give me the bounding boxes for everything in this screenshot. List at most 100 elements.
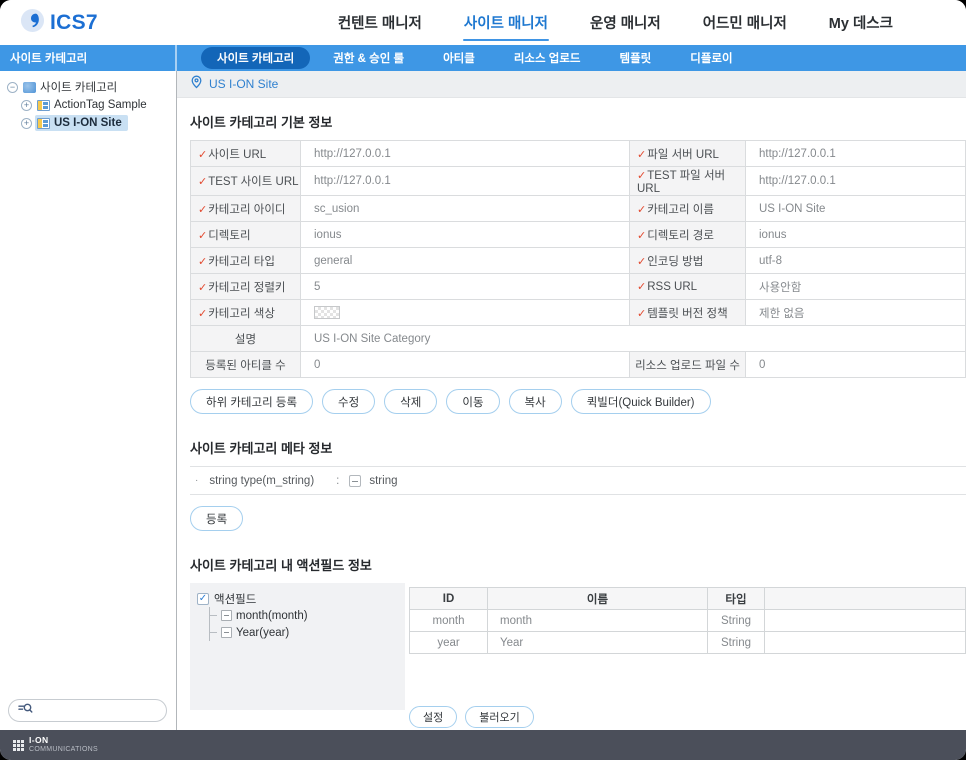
basic-info-table: ✓사이트 URL http://127.0.0.1 ✓파일 서버 URL htt… [190,140,966,378]
actionfield-area: ✓ 액션필드 month(month) Year(year) [190,583,966,728]
field-value: ionus [746,222,966,248]
category-tree-sidebar: − 사이트 카테고리 + ActionTag Sample + US I-ON … [0,71,177,730]
required-check-icon: ✓ [198,149,207,161]
cell-id: month [410,610,488,632]
actionfield-tree-panel: ✓ 액션필드 month(month) Year(year) [190,583,405,710]
copy-button[interactable]: 복사 [509,389,562,414]
load-button[interactable]: 불러오기 [465,706,533,728]
tab-deploy[interactable]: 디플로이 [674,47,748,69]
field-label: ✓인코딩 방법 [630,248,746,274]
field-value: 5 [301,274,630,300]
checkbox-checked-icon[interactable]: ✓ [197,593,209,605]
column-header-name: 이름 [488,588,708,610]
actionfield-actions: 설정 불러오기 [409,706,966,728]
field-label: ✓TEST 파일 서버 URL [630,167,746,196]
basic-info-title: 사이트 카테고리 기본 정보 [190,112,966,131]
field-label: ✓카테고리 정렬키 [191,274,301,300]
basic-info-actions: 하위 카테고리 등록 수정 삭제 이동 복사 퀵빌더(Quick Builder… [190,389,966,414]
location-pin-icon [190,75,203,94]
tab-permission-approval[interactable]: 권한 & 승인 룰 [317,47,420,69]
required-check-icon: ✓ [198,282,207,294]
cell-name: month [488,610,708,632]
tree-search-input[interactable] [8,699,167,722]
search-icon [18,702,33,720]
required-check-icon: ✓ [637,204,646,216]
ics7-logo[interactable]: ICS7 [20,8,98,38]
site-root-icon [23,82,36,93]
table-row[interactable]: month month String [410,610,966,632]
field-value: general [301,248,630,274]
field-label: ✓템플릿 버전 정책 [630,300,746,326]
move-button[interactable]: 이동 [446,389,499,414]
tab-bar: 사이트 카테고리 권한 & 승인 룰 아티클 리소스 업로드 템플릿 디플로이 [177,45,756,71]
category-icon [37,118,50,129]
meta-actions: 등록 [190,506,966,531]
field-value: US I-ON Site [746,196,966,222]
actionfield-root-item[interactable]: ✓ 액션필드 [197,590,405,607]
quick-builder-button[interactable]: 퀵빌더(Quick Builder) [571,389,711,414]
configure-button[interactable]: 설정 [409,706,457,728]
collapse-box-icon[interactable] [221,610,232,621]
nav-admin-manager[interactable]: 어드민 매니저 [702,0,788,45]
expand-icon[interactable]: + [21,118,32,129]
collapse-box-icon[interactable] [349,475,361,487]
field-label: ✓RSS URL [630,274,746,300]
field-value: 사용안함 [746,274,966,300]
sidebar-title: 사이트 카테고리 [0,45,177,71]
meta-field-name: string type(m_string) [209,475,314,487]
info-row: ✓TEST 사이트 URL http://127.0.0.1 ✓TEST 파일 … [191,167,966,196]
meta-info-title: 사이트 카테고리 메타 정보 [190,438,966,457]
info-row: ✓카테고리 정렬키 5 ✓RSS URL 사용안함 [191,274,966,300]
delete-button[interactable]: 삭제 [384,389,437,414]
actionfield-children: month(month) Year(year) [209,607,405,641]
tree-item-actiontag-sample[interactable]: + ActionTag Sample [0,96,176,114]
register-button[interactable]: 등록 [190,506,243,531]
actionfield-item-month[interactable]: month(month) [210,607,405,624]
collapse-icon[interactable]: − [7,82,18,93]
required-check-icon: ✓ [637,149,646,161]
tab-article[interactable]: 아티클 [427,47,491,69]
field-label: ✓카테고리 아이디 [191,196,301,222]
tab-template[interactable]: 템플릿 [604,47,668,69]
cell-type: String [708,632,765,654]
field-label: 등록된 아티클 수 [191,352,301,378]
edit-button[interactable]: 수정 [322,389,375,414]
column-header-empty [765,588,966,610]
field-value: ionus [301,222,630,248]
actionfield-item-year[interactable]: Year(year) [210,624,405,641]
tab-resource-upload[interactable]: 리소스 업로드 [498,47,597,69]
nav-my-desk[interactable]: My 데스크 [828,0,894,45]
add-subcategory-button[interactable]: 하위 카테고리 등록 [190,389,313,414]
required-check-icon: ✓ [198,308,207,320]
field-value: 0 [746,352,966,378]
field-label: ✓디렉토리 [191,222,301,248]
tree-item-us-ion-site[interactable]: + US I-ON Site [0,114,176,132]
field-value: 0 [301,352,630,378]
expand-icon[interactable]: + [21,100,32,111]
field-value: sc_usion [301,196,630,222]
breadcrumb-current[interactable]: US I-ON Site [209,77,278,91]
field-value: http://127.0.0.1 [301,141,630,167]
collapse-box-icon[interactable] [221,627,232,638]
table-row[interactable]: year Year String [410,632,966,654]
nav-content-manager[interactable]: 컨텐트 매니저 [337,0,423,45]
info-row: ✓카테고리 타입 general ✓인코딩 방법 utf-8 [191,248,966,274]
field-label: ✓TEST 사이트 URL [191,167,301,196]
info-row: ✓카테고리 색상 ✓템플릿 버전 정책 제한 없음 [191,300,966,326]
bullet-icon: · [195,475,198,486]
tab-site-category[interactable]: 사이트 카테고리 [201,47,310,69]
cell-type: String [708,610,765,632]
nav-operation-manager[interactable]: 운영 매니저 [589,0,662,45]
field-value: http://127.0.0.1 [301,167,630,196]
cell-empty [765,610,966,632]
meta-field-value: string [369,475,397,487]
category-color-swatch [314,306,340,319]
info-row: ✓사이트 URL http://127.0.0.1 ✓파일 서버 URL htt… [191,141,966,167]
info-row: 설명 US I-ON Site Category [191,326,966,352]
tree-item-site-category-root[interactable]: − 사이트 카테고리 [0,78,176,96]
actionfield-detail: ID 이름 타입 month month String [409,583,966,728]
cell-id: year [410,632,488,654]
required-check-icon: ✓ [637,256,646,268]
nav-site-manager[interactable]: 사이트 매니저 [463,0,549,45]
field-label: 설명 [191,326,301,352]
